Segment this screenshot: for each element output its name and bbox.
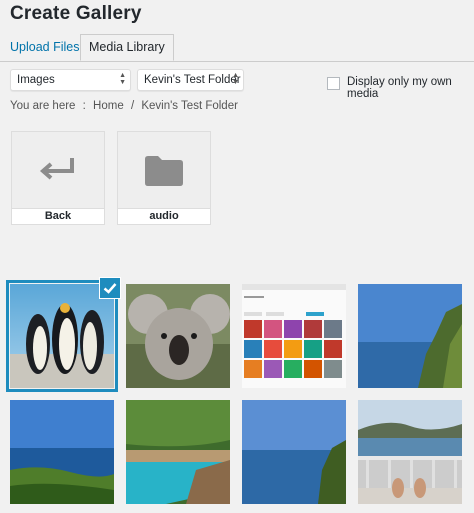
image-thumb-ocean-cliff[interactable]: [242, 400, 346, 504]
select-arrows-icon: ▲ ▼: [232, 72, 239, 86]
breadcrumb-home[interactable]: Home: [93, 100, 124, 112]
tabs-divider: [0, 61, 474, 62]
breadcrumb-current: Kevin's Test Folder: [141, 100, 238, 112]
tab-media-library[interactable]: Media Library: [80, 34, 174, 61]
folder-label: Back: [12, 208, 104, 224]
folder-audio[interactable]: audio: [117, 131, 211, 225]
folder-back[interactable]: Back: [11, 131, 105, 225]
select-arrows-icon: ▲ ▼: [119, 72, 126, 86]
breadcrumb-separator: :: [82, 100, 86, 112]
folder-label: audio: [118, 208, 210, 224]
breadcrumb: You are here : Home / Kevin's Test Folde…: [10, 100, 242, 112]
tab-upload-files[interactable]: Upload Files: [10, 40, 79, 54]
folder-select-value: Kevin's Test Folder: [144, 74, 241, 86]
breadcrumb-slash: /: [130, 100, 135, 112]
image-thumb-coast-sea[interactable]: [10, 400, 114, 504]
image-thumb-koala[interactable]: [126, 284, 230, 388]
return-arrow-icon: [12, 132, 104, 208]
folder-select[interactable]: Kevin's Test Folder ▲ ▼: [137, 69, 244, 91]
image-thumb-screenshot[interactable]: [242, 284, 346, 388]
media-type-value: Images: [17, 74, 55, 86]
own-media-checkbox[interactable]: [327, 77, 340, 90]
folder-icon: [118, 132, 210, 208]
image-thumb-sea-cliff[interactable]: [358, 284, 462, 388]
image-thumb-pool-villa[interactable]: [126, 400, 230, 504]
breadcrumb-prefix: You are here: [10, 100, 76, 112]
image-thumb-balcony-view[interactable]: [358, 400, 462, 504]
media-type-select[interactable]: Images ▲ ▼: [10, 69, 131, 91]
page-title: Create Gallery: [10, 3, 142, 24]
own-media-label: Display only my own media: [347, 76, 452, 100]
checkmark-icon[interactable]: [99, 277, 121, 299]
